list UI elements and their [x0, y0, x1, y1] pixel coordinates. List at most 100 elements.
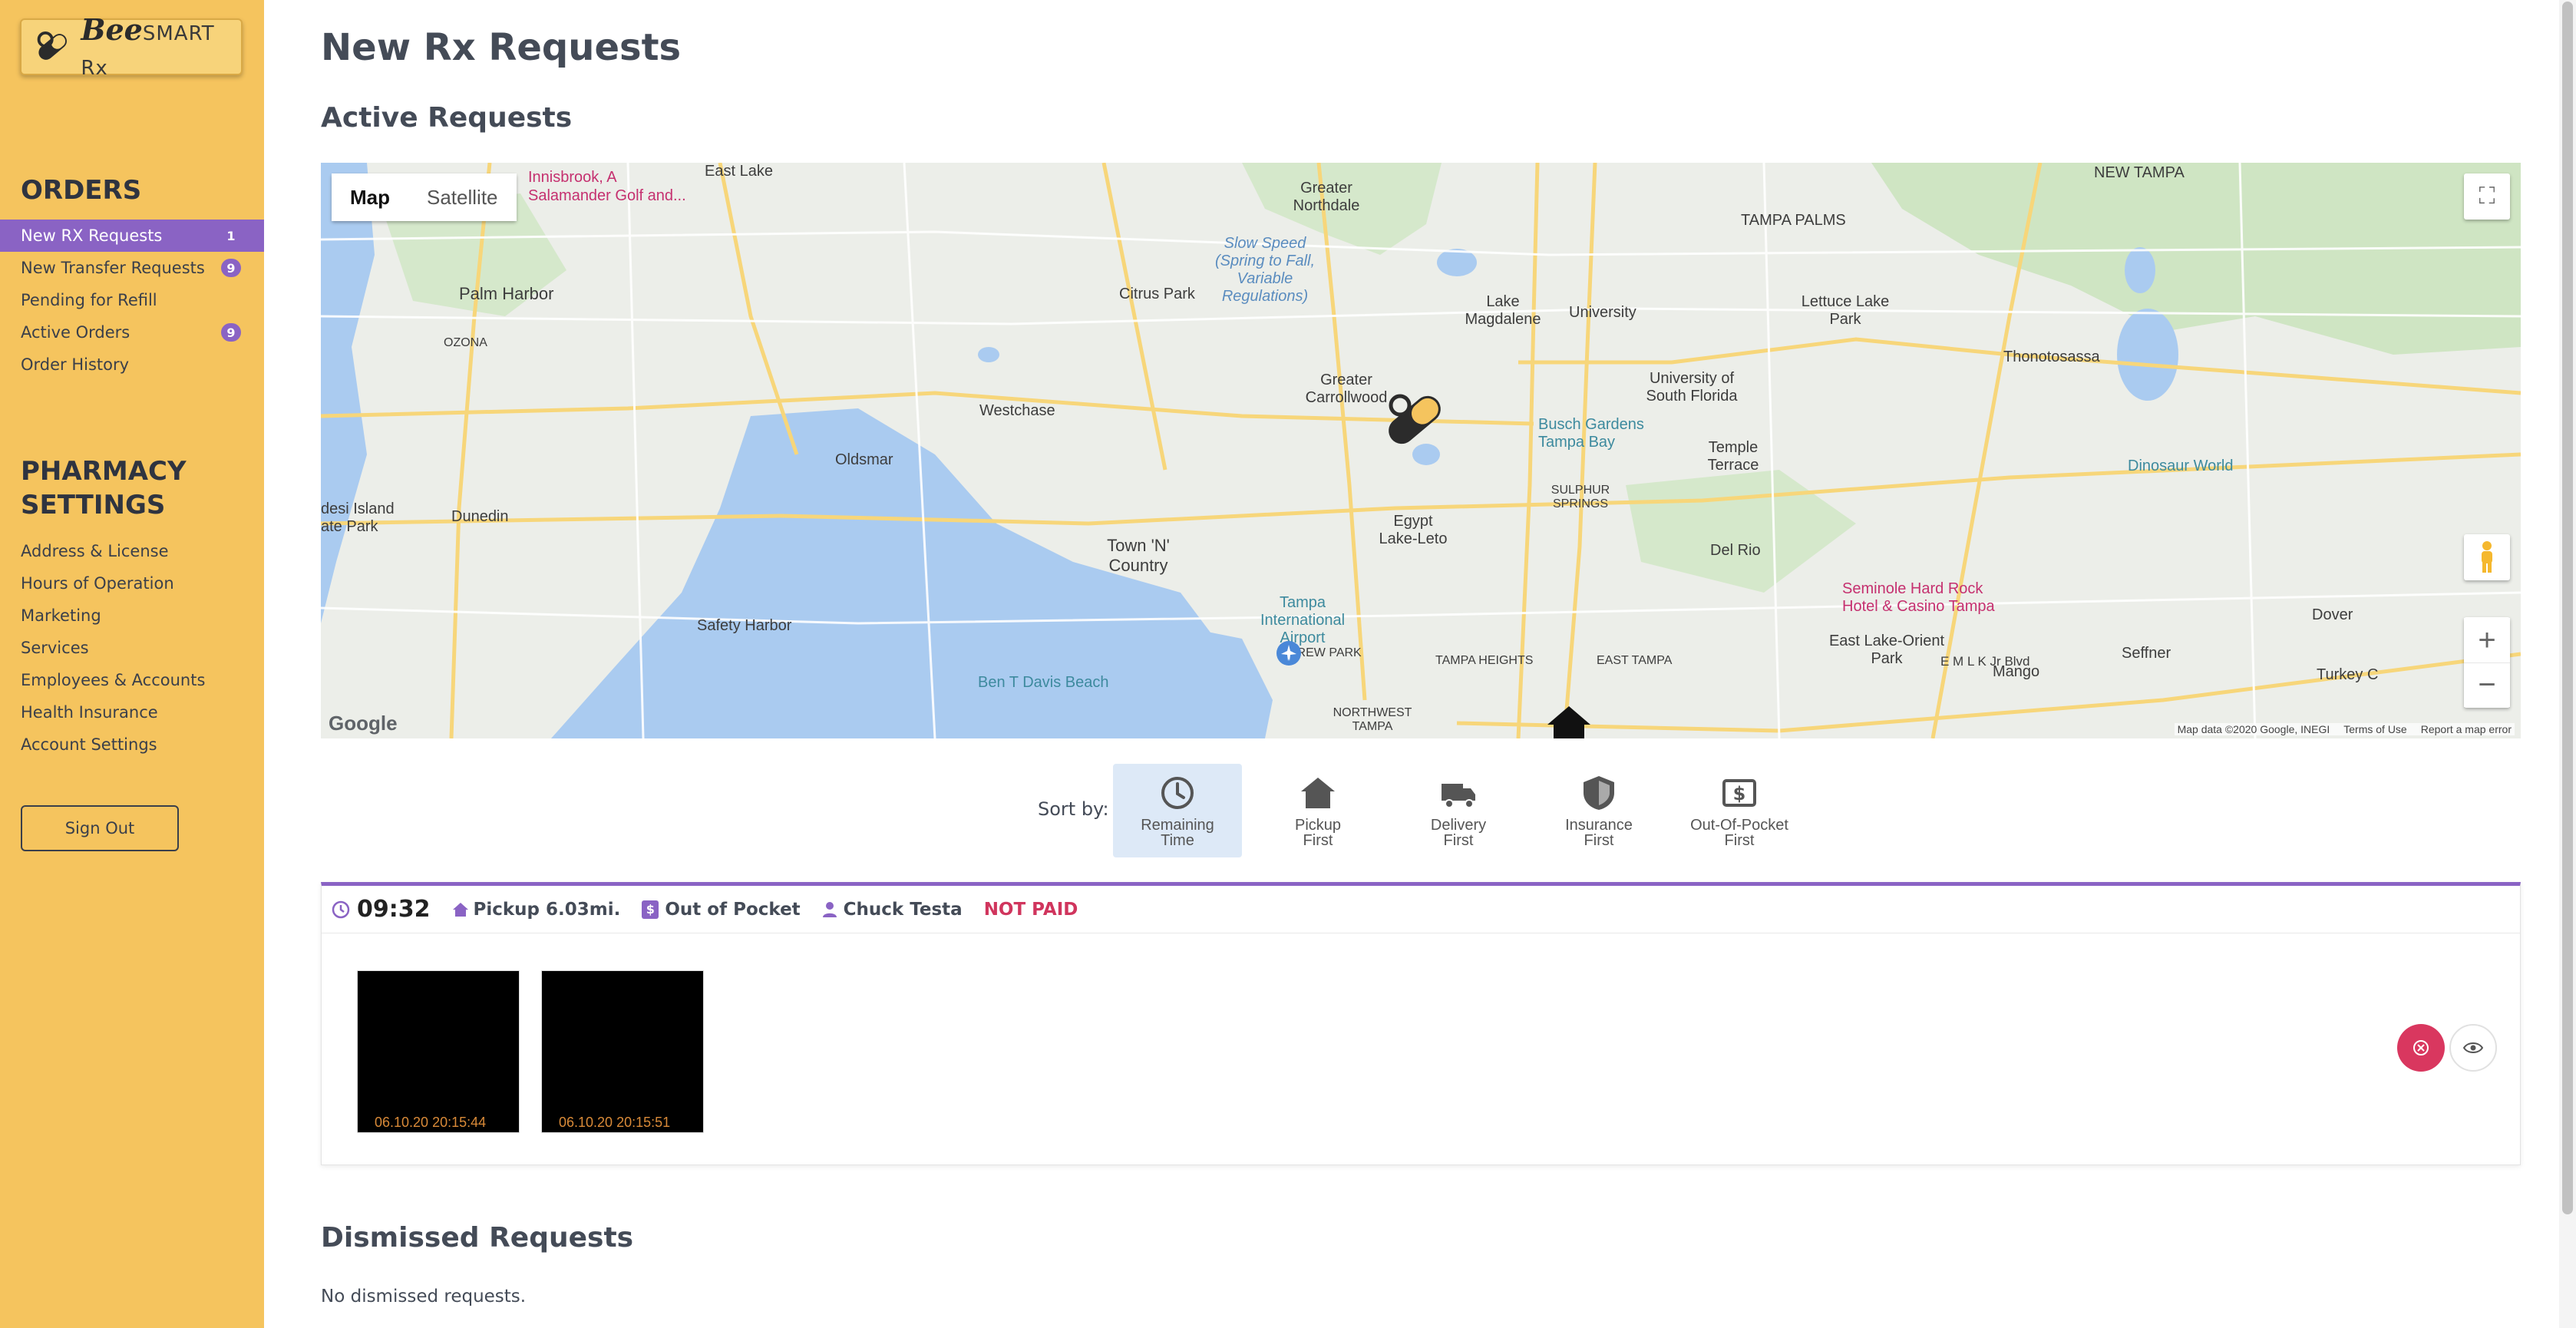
prescription-image[interactable]: 06.10.20 20:15:51 [541, 970, 704, 1133]
request-card-header: 09:32 Pickup 6.03mi. $ Out of Pocket Chu… [322, 886, 2520, 933]
sidebar-item-active-orders[interactable]: Active Orders 9 [0, 316, 264, 349]
map-label: Lettuce Lake Park [1801, 293, 1890, 328]
sort-label: Sort by: [1038, 798, 1109, 820]
settings-section-title: PHARMACY SETTINGS [21, 456, 187, 520]
scrollbar-thumb[interactable] [2562, 2, 2573, 1214]
map-label: desi Island ate Park [321, 500, 395, 535]
count-badge: 9 [221, 259, 241, 277]
sidebar-item-label: Hours of Operation [21, 574, 174, 593]
request-card[interactable]: 09:32 Pickup 6.03mi. $ Out of Pocket Chu… [321, 882, 2521, 1165]
map-type-toggle: Map Satellite [332, 173, 517, 221]
sidebar-item-pending-refill[interactable]: Pending for Refill [0, 284, 264, 316]
orders-nav: New RX Requests 1 New Transfer Requests 9 … [0, 220, 264, 381]
sidebar-item-services[interactable]: Services [0, 632, 264, 664]
home-icon [1301, 778, 1335, 808]
sidebar-item-account-settings[interactable]: Account Settings [0, 728, 264, 761]
app-logo[interactable]: BeeSMART Rx [20, 12, 243, 80]
orders-section-title: ORDERS [21, 175, 142, 206]
dismissed-empty-text: No dismissed requests. [321, 1287, 527, 1307]
zoom-out-button[interactable]: − [2464, 662, 2510, 707]
shield-icon [1584, 776, 1614, 810]
view-request-button[interactable] [2449, 1024, 2497, 1072]
map-label: Dinosaur World [2128, 458, 2234, 474]
map-label: East Lake [705, 163, 773, 180]
map-label: NEW TAMPA [2094, 164, 2185, 181]
active-requests-title: Active Requests [321, 102, 573, 134]
report-map-error-link[interactable]: Report a map error [2421, 723, 2512, 735]
airport-icon [1276, 641, 1301, 666]
sort-out-of-pocket-first-button[interactable]: $ Out-Of-Pocket First [1675, 764, 1804, 857]
sidebar: BeeSMART Rx ORDERS New RX Requests 1 New … [0, 0, 264, 1328]
sidebar-item-label: Address & License [21, 542, 169, 560]
customer-home-icon[interactable] [1546, 705, 1592, 738]
sort-delivery-first-button[interactable]: Delivery First [1394, 764, 1523, 857]
map-label: OZONA [444, 336, 487, 349]
sidebar-item-label: Employees & Accounts [21, 671, 206, 689]
dollar-bill-icon: $ [1722, 779, 1756, 807]
sign-out-button[interactable]: Sign Out [21, 805, 179, 851]
zoom-in-button[interactable]: + [2464, 618, 2510, 662]
sidebar-item-new-transfer-requests[interactable]: New Transfer Requests 9 [0, 252, 264, 284]
map-label: TAMPA PALMS [1741, 212, 1846, 229]
map-label: University [1569, 304, 1636, 321]
dismiss-request-button[interactable] [2397, 1024, 2445, 1072]
map-label: Town 'N' Country [1107, 536, 1170, 575]
customer-name: Chuck Testa [822, 900, 963, 920]
sidebar-item-hours[interactable]: Hours of Operation [0, 567, 264, 600]
timer: 09:32 [331, 896, 431, 923]
sidebar-item-health-insurance[interactable]: Health Insurance [0, 696, 264, 728]
map-label: University of South Florida [1646, 370, 1738, 405]
terms-link[interactable]: Terms of Use [2343, 723, 2406, 735]
map-label: Busch Gardens Tampa Bay [1538, 416, 1644, 451]
pill-logo-icon [37, 31, 67, 60]
sidebar-item-address-license[interactable]: Address & License [0, 535, 264, 567]
delivery-truck-icon [1442, 784, 1475, 808]
map-label: Tampa International Airport [1260, 594, 1346, 646]
sidebar-item-label: Pending for Refill [21, 291, 157, 309]
map-label: Dover [2312, 606, 2353, 623]
clock-icon [332, 900, 350, 918]
map[interactable]: Map Satellite East Lake Innisbrook, A Sa… [321, 163, 2521, 738]
close-circle-icon [2413, 1040, 2429, 1055]
page-scrollbar[interactable] [2559, 0, 2576, 1328]
map-type-map-button[interactable]: Map [332, 173, 408, 221]
street-view-pegman-icon[interactable] [2464, 534, 2510, 580]
page-title: New Rx Requests [321, 26, 682, 69]
sort-pickup-first-button[interactable]: Pickup First [1253, 764, 1382, 857]
pickup-distance: Pickup 6.03mi. [452, 900, 620, 920]
map-label: Turkey C [2317, 666, 2379, 683]
settings-nav: Address & License Hours of Operation Mar… [0, 535, 264, 761]
map-label: Palm Harbor [459, 284, 554, 303]
prescription-image[interactable]: 06.10.20 20:15:44 [357, 970, 520, 1133]
map-label: EAST TAMPA [1597, 654, 1673, 667]
sidebar-item-label: Health Insurance [21, 703, 158, 722]
map-label: East Lake-Orient Park [1828, 633, 1945, 667]
person-icon [822, 901, 837, 917]
map-label: Dunedin [451, 508, 509, 525]
fullscreen-button[interactable]: ⛶ [2464, 173, 2510, 220]
map-label: TAMPA HEIGHTS [1435, 654, 1534, 667]
sidebar-item-employees[interactable]: Employees & Accounts [0, 664, 264, 696]
count-badge: 9 [221, 323, 241, 342]
sidebar-item-marketing[interactable]: Marketing [0, 600, 264, 632]
map-type-satellite-button[interactable]: Satellite [408, 173, 517, 221]
sidebar-item-label: New Transfer Requests [21, 259, 205, 277]
google-logo[interactable]: Google [329, 712, 398, 735]
sort-remaining-time-button[interactable]: Remaining Time [1113, 764, 1242, 857]
map-label: SULPHUR SPRINGS [1551, 484, 1610, 510]
svg-text:$: $ [1733, 783, 1746, 804]
map-label: Seffner [2122, 645, 2171, 662]
pharmacy-marker-icon[interactable] [1380, 385, 1449, 454]
sidebar-item-new-rx-requests[interactable]: New RX Requests 1 [0, 220, 264, 252]
map-label: Safety Harbor [697, 617, 792, 634]
payment-status-badge: NOT PAID [983, 899, 1078, 920]
map-label: Temple Terrace [1707, 439, 1759, 474]
map-label: Westchase [979, 402, 1055, 419]
sidebar-item-order-history[interactable]: Order History [0, 349, 264, 381]
sort-insurance-first-button[interactable]: Insurance First [1534, 764, 1663, 857]
home-icon [452, 902, 468, 917]
payment-type: $ Out of Pocket [642, 900, 801, 920]
sidebar-item-label: Marketing [21, 606, 101, 625]
map-label: Del Rio [1710, 542, 1761, 559]
map-label: Greater Northdale [1293, 180, 1360, 214]
